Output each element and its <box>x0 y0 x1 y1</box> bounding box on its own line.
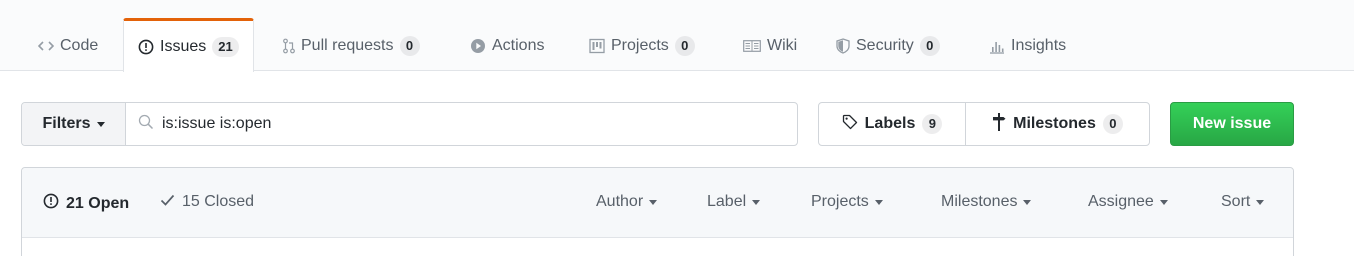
book-icon <box>743 39 761 52</box>
caret-down-icon <box>874 199 883 205</box>
tab-issues[interactable]: Issues 21 <box>123 18 254 72</box>
tab-pull-requests[interactable]: Pull requests 0 <box>283 20 420 71</box>
labels-label: Labels <box>864 115 916 132</box>
label-filter-label: Label <box>707 193 747 210</box>
projects-count-badge: 0 <box>674 35 695 56</box>
sort-label: Sort <box>1221 193 1251 210</box>
assignee-filter-dropdown[interactable]: Assignee <box>1088 193 1168 211</box>
caret-down-icon <box>1023 199 1032 205</box>
label-filter-dropdown[interactable]: Label <box>707 193 761 211</box>
search-input[interactable] <box>162 115 762 133</box>
caret-down-icon <box>1159 199 1168 205</box>
labels-count-badge: 9 <box>922 114 943 134</box>
labels-button[interactable]: Labels 9 <box>819 103 966 145</box>
tab-insights[interactable]: Insights <box>989 20 1066 71</box>
filters-label: Filters <box>42 115 91 132</box>
tab-label: Actions <box>492 36 545 54</box>
project-icon <box>589 38 605 54</box>
new-issue-button[interactable]: New issue <box>1170 102 1294 146</box>
milestone-icon <box>992 112 1006 136</box>
shield-icon <box>836 37 850 54</box>
caret-down-icon <box>752 199 761 205</box>
issues-list: 21 Open 15 Closed Author Label Projects … <box>21 167 1294 256</box>
security-count-badge: 0 <box>919 35 940 56</box>
issues-count-badge: 21 <box>212 36 239 57</box>
filters-search-group: Filters <box>21 102 798 146</box>
open-issues-filter[interactable]: 21 Open <box>43 193 129 214</box>
caret-down-icon <box>1256 199 1265 205</box>
caret-down-icon <box>96 121 105 127</box>
tab-code[interactable]: Code <box>38 20 98 71</box>
milestones-filter-dropdown[interactable]: Milestones <box>941 193 1032 211</box>
issues-list-header: 21 Open 15 Closed Author Label Projects … <box>22 168 1293 238</box>
tab-label: Insights <box>1011 36 1067 54</box>
open-count-label: 21 Open <box>66 194 130 212</box>
closed-issues-filter[interactable]: 15 Closed <box>160 193 254 211</box>
filters-dropdown-button[interactable]: Filters <box>22 103 126 145</box>
milestones-filter-label: Milestones <box>941 193 1018 210</box>
tag-icon <box>842 114 858 135</box>
code-icon <box>38 39 54 53</box>
tab-label: Pull requests <box>301 36 394 54</box>
issue-opened-icon <box>138 39 154 55</box>
milestones-button[interactable]: Milestones 0 <box>966 103 1149 145</box>
author-filter-dropdown[interactable]: Author <box>596 193 658 211</box>
assignee-filter-label: Assignee <box>1088 193 1154 210</box>
labels-milestones-group: Labels 9 Milestones 0 <box>818 102 1150 146</box>
projects-filter-dropdown[interactable]: Projects <box>811 193 883 211</box>
tab-label: Issues <box>160 37 207 55</box>
author-filter-label: Author <box>596 193 644 210</box>
tab-projects[interactable]: Projects 0 <box>589 20 695 71</box>
search-field[interactable] <box>126 103 797 145</box>
issue-opened-icon <box>43 193 59 214</box>
milestones-label: Milestones <box>1013 115 1096 132</box>
search-icon <box>138 114 154 135</box>
caret-down-icon <box>649 199 658 205</box>
tab-label: Wiki <box>767 36 798 54</box>
tab-label: Projects <box>611 36 669 54</box>
tab-label: Code <box>60 36 99 54</box>
pull-requests-count-badge: 0 <box>399 35 420 56</box>
closed-count-label: 15 Closed <box>182 193 255 210</box>
tab-actions[interactable]: Actions <box>470 20 544 71</box>
sort-dropdown[interactable]: Sort <box>1221 193 1265 211</box>
check-icon <box>160 193 175 211</box>
tab-label: Security <box>856 36 914 54</box>
git-pull-request-icon <box>283 38 295 54</box>
repo-nav-tabs: Code Issues 21 Pull requests 0 Actions P… <box>0 0 1354 72</box>
graph-icon <box>989 38 1005 54</box>
projects-filter-label: Projects <box>811 193 869 210</box>
play-icon <box>470 38 486 54</box>
tab-wiki[interactable]: Wiki <box>743 20 797 71</box>
tab-security[interactable]: Security 0 <box>836 20 940 71</box>
milestones-count-badge: 0 <box>1102 114 1123 134</box>
